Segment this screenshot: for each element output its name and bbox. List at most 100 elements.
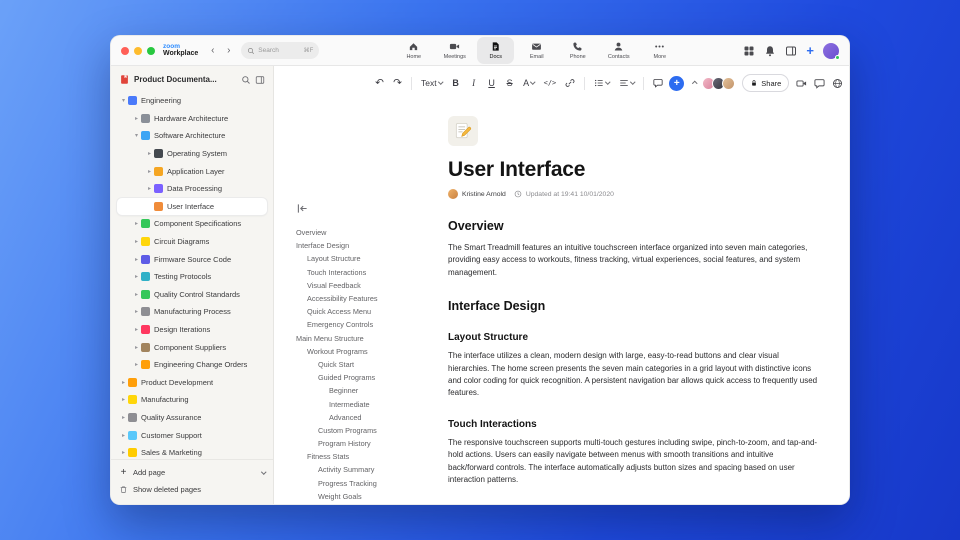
sidebar-item[interactable]: ▸ Component Suppliers bbox=[117, 338, 267, 356]
outline-item[interactable]: Quick Start bbox=[296, 358, 446, 371]
chevron-right-icon[interactable]: ▸ bbox=[145, 150, 154, 157]
sidebar-item[interactable]: ▸ Design Iterations bbox=[117, 321, 267, 339]
minimize-button[interactable] bbox=[134, 46, 142, 55]
chevron-right-icon[interactable]: ▸ bbox=[145, 168, 154, 175]
strikethrough-button[interactable]: S bbox=[502, 75, 517, 92]
outline-item[interactable]: Custom Programs bbox=[296, 424, 446, 437]
zoom-button[interactable] bbox=[147, 46, 155, 55]
tab-more[interactable]: More bbox=[641, 37, 678, 64]
chevron-right-icon[interactable]: ▸ bbox=[132, 308, 141, 315]
chevron-right-icon[interactable]: ▸ bbox=[132, 256, 141, 263]
document[interactable]: User Interface Kristine Arnold Updated a… bbox=[446, 100, 849, 504]
chevron-right-icon[interactable]: ▸ bbox=[132, 326, 141, 333]
tab-phone[interactable]: Phone bbox=[559, 37, 596, 64]
link-button[interactable] bbox=[562, 75, 578, 92]
tab-meetings[interactable]: Meetings bbox=[436, 37, 473, 64]
outline-item[interactable]: Touch Interactions bbox=[296, 266, 446, 279]
sidebar-search-icon[interactable] bbox=[241, 75, 251, 85]
outline-item[interactable]: Intermediate bbox=[296, 397, 446, 410]
sidebar-item[interactable]: ▸ Customer Support bbox=[117, 426, 267, 444]
bell-icon[interactable] bbox=[764, 45, 776, 57]
chevron-right-icon[interactable]: ▸ bbox=[145, 185, 154, 192]
outline-item[interactable]: Quick Access Menu bbox=[296, 305, 446, 318]
comments-icon[interactable] bbox=[814, 78, 825, 89]
sidebar-item[interactable]: ▸ Product Development bbox=[117, 374, 267, 392]
forward-button[interactable]: › bbox=[223, 44, 234, 58]
inline-code-button[interactable]: </> bbox=[541, 75, 560, 92]
sidebar-item[interactable]: ▾ Software Architecture bbox=[117, 127, 267, 145]
share-button[interactable]: Share bbox=[742, 74, 790, 92]
global-search-input[interactable]: Search ⌘F bbox=[241, 42, 320, 59]
outline-item[interactable]: Visual Feedback bbox=[296, 279, 446, 292]
chevron-right-icon[interactable]: ▸ bbox=[119, 432, 128, 439]
chevron-down-icon[interactable]: ▾ bbox=[119, 97, 128, 104]
outline-item[interactable]: Weight Goals bbox=[296, 490, 446, 503]
text-style-button[interactable]: Text bbox=[418, 75, 445, 92]
sidebar-item[interactable]: ▸ Component Specifications bbox=[117, 215, 267, 233]
underline-button[interactable]: U bbox=[484, 75, 499, 92]
chevron-right-icon[interactable]: ▸ bbox=[132, 344, 141, 351]
chevron-down-icon[interactable]: ▾ bbox=[132, 132, 141, 139]
outline-item[interactable]: Fitness Stats bbox=[296, 450, 446, 463]
italic-button[interactable]: I bbox=[466, 75, 481, 92]
tab-home[interactable]: Home bbox=[395, 37, 432, 64]
outline-item[interactable]: Program History bbox=[296, 437, 446, 450]
outline-item[interactable]: Activity Summary bbox=[296, 463, 446, 476]
sidebar-item[interactable]: ▸ Circuit Diagrams bbox=[117, 233, 267, 251]
collapse-toolbar-button[interactable] bbox=[687, 75, 702, 92]
tab-contacts[interactable]: Contacts bbox=[600, 37, 637, 64]
collaborator-avatar[interactable] bbox=[722, 76, 736, 90]
sidebar-item[interactable]: ▾ Engineering bbox=[117, 92, 267, 110]
redo-button[interactable]: ↷ bbox=[390, 75, 405, 92]
comment-button[interactable] bbox=[650, 75, 666, 92]
sidebar-item[interactable]: ▸ Data Processing bbox=[117, 180, 267, 198]
bold-button[interactable]: B bbox=[448, 75, 463, 92]
sidebar-item[interactable]: ▸ Manufacturing Process bbox=[117, 303, 267, 321]
chevron-right-icon[interactable]: ▸ bbox=[119, 379, 128, 386]
document-emoji[interactable] bbox=[448, 116, 478, 146]
sidebar-item[interactable]: ▸ Engineering Change Orders bbox=[117, 356, 267, 374]
sidebar-item[interactable]: ▸ Quality Control Standards bbox=[117, 286, 267, 304]
sidebar-item[interactable]: ▸ Quality Assurance bbox=[117, 409, 267, 427]
sidebar-item[interactable]: ▸ Firmware Source Code bbox=[117, 250, 267, 268]
apps-icon[interactable] bbox=[743, 45, 755, 57]
add-page-button[interactable]: + Add page bbox=[119, 464, 266, 481]
sidebar-collapse-icon[interactable] bbox=[255, 75, 265, 85]
chevron-right-icon[interactable]: ▸ bbox=[132, 361, 141, 368]
back-button[interactable]: ‹ bbox=[207, 44, 218, 58]
sidebar-item[interactable]: ▸ Sales & Marketing bbox=[117, 444, 267, 459]
tab-docs[interactable]: Docs bbox=[477, 37, 515, 64]
sidebar-item[interactable]: ▸ Application Layer bbox=[117, 162, 267, 180]
document-title[interactable]: User Interface bbox=[448, 158, 819, 182]
outline-item[interactable]: Emergency Controls bbox=[296, 318, 446, 331]
outline-item[interactable]: Progress Tracking bbox=[296, 477, 446, 490]
undo-button[interactable]: ↶ bbox=[372, 75, 387, 92]
chevron-right-icon[interactable]: ▸ bbox=[132, 273, 141, 280]
sidebar-item[interactable]: User Interface bbox=[117, 197, 267, 216]
chevron-right-icon[interactable]: ▸ bbox=[119, 414, 128, 421]
chevron-right-icon[interactable]: ▸ bbox=[132, 238, 141, 245]
insert-button[interactable]: + bbox=[669, 75, 685, 91]
outline-item[interactable]: Overview bbox=[296, 226, 446, 239]
outline-item[interactable]: Main Menu Structure bbox=[296, 332, 446, 345]
outline-item[interactable]: Beginner bbox=[296, 384, 446, 397]
panel-toggle-icon[interactable] bbox=[785, 45, 797, 57]
outline-item[interactable]: Accessibility Features bbox=[296, 292, 446, 305]
sidebar-item[interactable]: ▸ Testing Protocols bbox=[117, 268, 267, 286]
chevron-right-icon[interactable]: ▸ bbox=[119, 396, 128, 403]
outline-item[interactable]: Advanced bbox=[296, 411, 446, 424]
sidebar-item[interactable]: ▸ Operating System bbox=[117, 145, 267, 163]
globe-icon[interactable] bbox=[832, 78, 843, 89]
sidebar-item[interactable]: ▸ Manufacturing bbox=[117, 391, 267, 409]
text-color-button[interactable]: A bbox=[520, 75, 538, 92]
chevron-right-icon[interactable]: ▸ bbox=[119, 449, 128, 456]
bullet-list-button[interactable] bbox=[591, 75, 613, 92]
align-button[interactable] bbox=[616, 75, 638, 92]
collapse-outline-icon[interactable] bbox=[296, 202, 309, 215]
new-item-button[interactable]: + bbox=[806, 44, 814, 57]
chevron-right-icon[interactable]: ▸ bbox=[132, 291, 141, 298]
outline-item[interactable]: Interface Design bbox=[296, 239, 446, 252]
close-button[interactable] bbox=[121, 46, 129, 55]
tab-email[interactable]: Email bbox=[518, 37, 555, 64]
video-icon[interactable] bbox=[796, 78, 807, 89]
